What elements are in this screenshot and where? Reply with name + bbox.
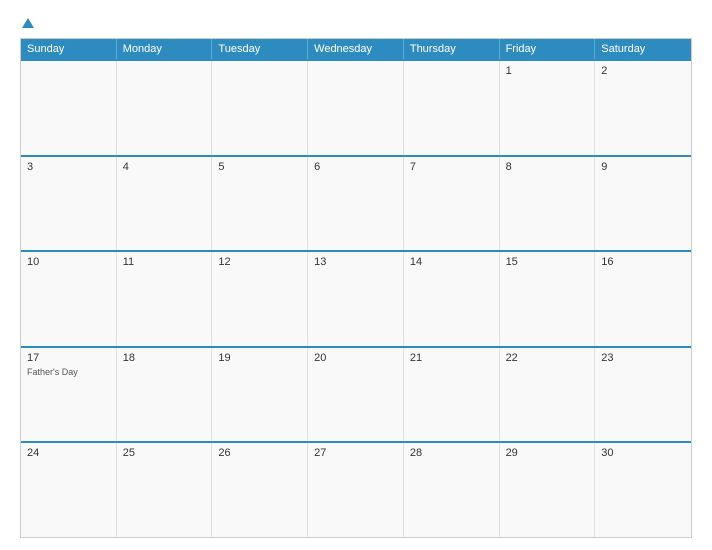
day-number: 22: [506, 352, 589, 364]
cal-cell-w0-d3: [308, 61, 404, 155]
col-friday: Friday: [500, 39, 596, 59]
cal-cell-w1-d6: 9: [595, 157, 691, 251]
week-row-2: 10 11 12 13 14 15 16: [21, 250, 691, 346]
day-number: 9: [601, 161, 685, 173]
day-number: 11: [123, 256, 206, 268]
cal-cell-w4-d1: 25: [117, 443, 213, 537]
col-thursday: Thursday: [404, 39, 500, 59]
cal-cell-w3-d1: 18: [117, 348, 213, 442]
day-number: 30: [601, 447, 685, 459]
col-tuesday: Tuesday: [212, 39, 308, 59]
cal-cell-w1-d0: 3: [21, 157, 117, 251]
cal-cell-w4-d0: 24: [21, 443, 117, 537]
col-sunday: Sunday: [21, 39, 117, 59]
day-number: 26: [218, 447, 301, 459]
week-row-3: 17 Father's Day 18 19 20 21 22 23: [21, 346, 691, 442]
day-number: 28: [410, 447, 493, 459]
cal-cell-w3-d6: 23: [595, 348, 691, 442]
day-number: 16: [601, 256, 685, 268]
cal-cell-w0-d6: 2: [595, 61, 691, 155]
day-number: 18: [123, 352, 206, 364]
cal-cell-w0-d4: [404, 61, 500, 155]
calendar: Sunday Monday Tuesday Wednesday Thursday…: [20, 38, 692, 538]
col-wednesday: Wednesday: [308, 39, 404, 59]
cal-cell-w3-d4: 21: [404, 348, 500, 442]
cal-cell-w2-d6: 16: [595, 252, 691, 346]
cal-cell-w4-d2: 26: [212, 443, 308, 537]
cal-cell-w3-d2: 19: [212, 348, 308, 442]
week-row-4: 24 25 26 27 28 29 30: [21, 441, 691, 537]
logo: [20, 18, 34, 30]
cal-cell-w2-d2: 12: [212, 252, 308, 346]
header: [20, 18, 692, 30]
day-number: 15: [506, 256, 589, 268]
week-row-0: 12: [21, 59, 691, 155]
cal-cell-w2-d5: 15: [500, 252, 596, 346]
day-number: 8: [506, 161, 589, 173]
cal-cell-w1-d5: 8: [500, 157, 596, 251]
day-number: 10: [27, 256, 110, 268]
cal-cell-w3-d0: 17 Father's Day: [21, 348, 117, 442]
day-number: 7: [410, 161, 493, 173]
day-number: 19: [218, 352, 301, 364]
day-number: 14: [410, 256, 493, 268]
cal-cell-w1-d1: 4: [117, 157, 213, 251]
day-number: 20: [314, 352, 397, 364]
cal-cell-w4-d6: 30: [595, 443, 691, 537]
day-number: 12: [218, 256, 301, 268]
day-number: 17: [27, 352, 110, 364]
day-number: 5: [218, 161, 301, 173]
day-number: 21: [410, 352, 493, 364]
day-number: 3: [27, 161, 110, 173]
day-number: 29: [506, 447, 589, 459]
col-monday: Monday: [117, 39, 213, 59]
cal-cell-w3-d5: 22: [500, 348, 596, 442]
day-number: 24: [27, 447, 110, 459]
logo-triangle-icon: [22, 18, 34, 28]
event-label: Father's Day: [27, 367, 110, 377]
cal-cell-w1-d4: 7: [404, 157, 500, 251]
col-saturday: Saturday: [595, 39, 691, 59]
day-number: 6: [314, 161, 397, 173]
day-number: 1: [506, 65, 589, 77]
cal-cell-w3-d3: 20: [308, 348, 404, 442]
day-number: 2: [601, 65, 685, 77]
cal-cell-w4-d3: 27: [308, 443, 404, 537]
cal-cell-w2-d4: 14: [404, 252, 500, 346]
cal-cell-w0-d2: [212, 61, 308, 155]
cal-cell-w2-d1: 11: [117, 252, 213, 346]
day-number: 4: [123, 161, 206, 173]
cal-cell-w1-d3: 6: [308, 157, 404, 251]
cal-cell-w0-d1: [117, 61, 213, 155]
day-number: 23: [601, 352, 685, 364]
cal-cell-w4-d5: 29: [500, 443, 596, 537]
calendar-header-row: Sunday Monday Tuesday Wednesday Thursday…: [21, 39, 691, 59]
cal-cell-w1-d2: 5: [212, 157, 308, 251]
calendar-body: 1234567891011121314151617Father's Day181…: [21, 59, 691, 537]
cal-cell-w4-d4: 28: [404, 443, 500, 537]
day-number: 25: [123, 447, 206, 459]
cal-cell-w0-d5: 1: [500, 61, 596, 155]
calendar-page: Sunday Monday Tuesday Wednesday Thursday…: [0, 0, 712, 550]
cal-cell-w2-d3: 13: [308, 252, 404, 346]
week-row-1: 3456789: [21, 155, 691, 251]
cal-cell-w2-d0: 10: [21, 252, 117, 346]
day-number: 27: [314, 447, 397, 459]
day-number: 13: [314, 256, 397, 268]
cal-cell-w0-d0: [21, 61, 117, 155]
